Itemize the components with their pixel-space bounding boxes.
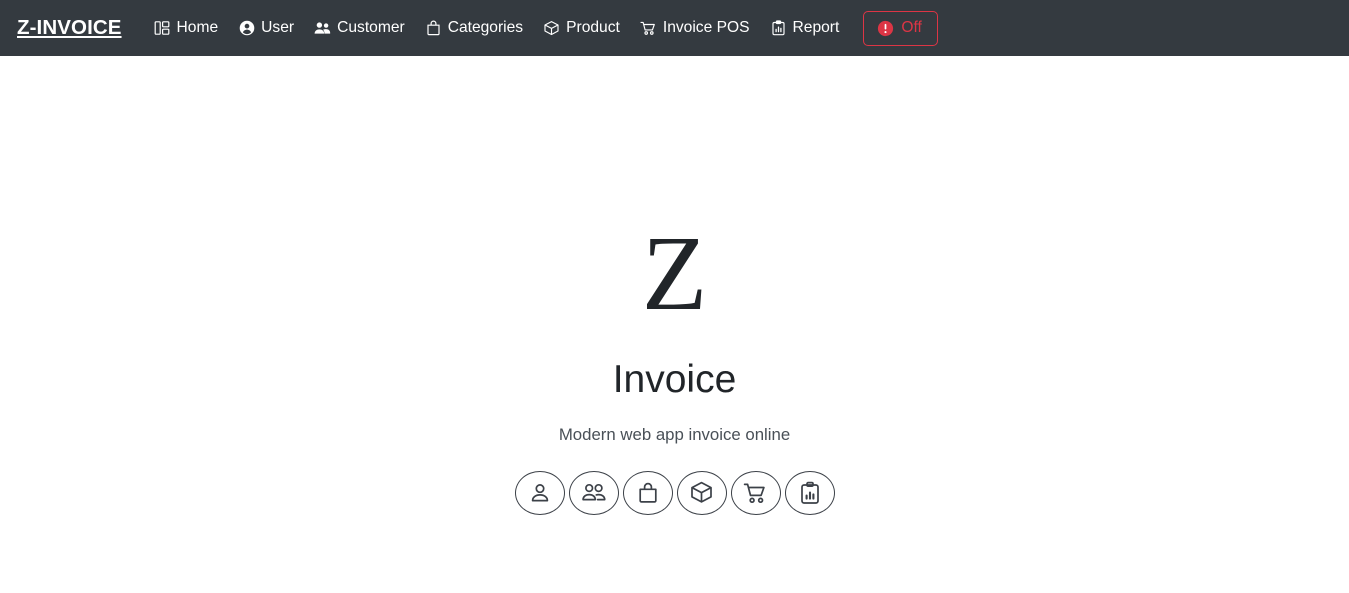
nav-item-categories-label: Categories [447,19,524,37]
off-button-label: Off [901,19,922,37]
feature-shopping-cart-icon-badge[interactable] [730,470,781,515]
users-icon [581,481,607,505]
nav-item-customer-label: Customer [337,19,405,37]
nav-item-invoice-pos-label: Invoice POS [662,19,750,37]
clipboard-chart-icon [770,20,787,37]
nav-item-report-label: Report [792,19,840,37]
user-circle-icon [238,20,255,37]
nav-item-home[interactable]: Home [144,14,229,43]
nav-menu: Home User Customer Categories Product In… [144,14,850,43]
users-icon [314,20,331,37]
hero-logo-letter: Z [641,215,708,333]
nav-item-user-label: User [261,19,295,37]
feature-clipboard-chart-icon-badge[interactable] [784,470,835,515]
alert-circle-icon [877,20,894,37]
feature-shopping-bag-icon-badge[interactable] [622,470,673,515]
nav-item-product[interactable]: Product [533,14,630,43]
shopping-cart-icon [640,20,657,37]
nav-item-home-label: Home [176,19,219,37]
cube-icon [543,20,560,37]
feature-users-icon-badge[interactable] [568,470,619,515]
off-button[interactable]: Off [863,10,938,46]
shopping-bag-icon [636,481,660,505]
nav-item-report[interactable]: Report [760,14,850,43]
brand-logo[interactable]: Z-INVOICE [17,17,122,39]
hero-section: Z Invoice Modern web app invoice online [0,56,1349,593]
nav-item-product-label: Product [566,19,620,37]
nav-item-user[interactable]: User [228,14,304,43]
page-title: Invoice [612,358,737,401]
user-icon [528,481,552,505]
clipboard-chart-icon [798,481,822,505]
shopping-bag-icon [425,20,442,37]
layout-dashboard-icon [154,20,171,37]
shopping-cart-icon [743,481,769,505]
hero-subtitle: Modern web app invoice online [558,425,791,444]
feature-user-icon-badge[interactable] [514,470,565,515]
nav-item-invoice-pos[interactable]: Invoice POS [630,14,760,43]
nav-item-customer[interactable]: Customer [304,14,415,43]
feature-icon-row [514,470,835,515]
top-navbar: Z-INVOICE Home User Customer Categories … [0,0,1349,56]
nav-item-categories[interactable]: Categories [415,14,533,43]
feature-cube-icon-badge[interactable] [676,470,727,515]
cube-icon [689,480,714,505]
